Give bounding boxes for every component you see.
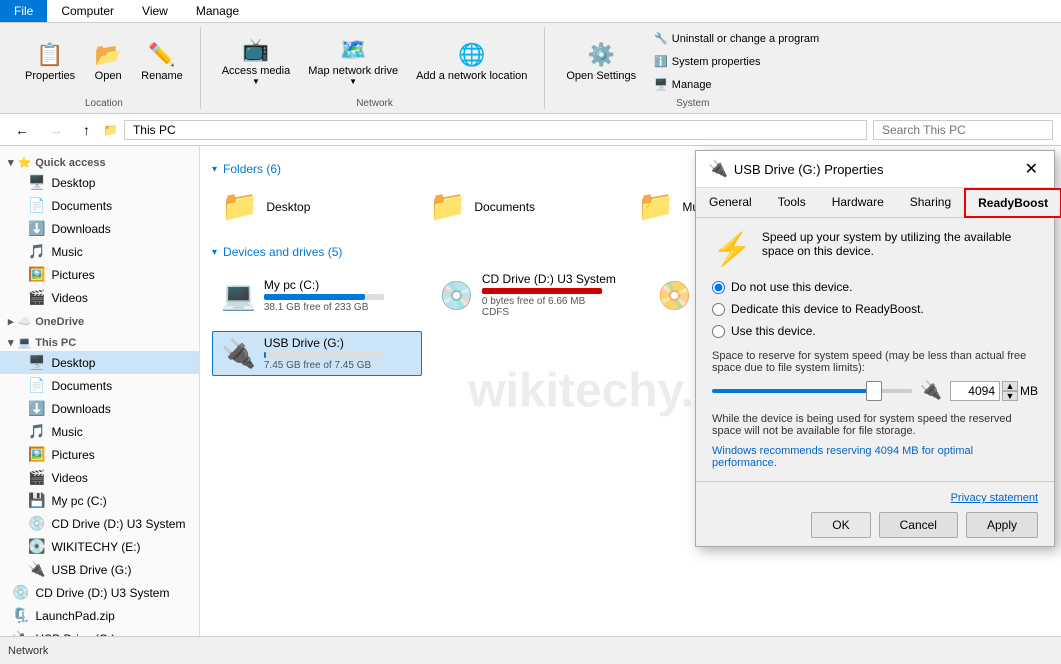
radio-use-this[interactable]: Use this device. <box>712 324 1038 338</box>
dialog-tab-sharing[interactable]: Sharing <box>897 188 964 218</box>
dialog-intro-text: Speed up your system by utilizing the av… <box>762 230 1038 258</box>
dialog-tab-readyboost[interactable]: ReadyBoost <box>964 188 1061 218</box>
status-text: Network <box>8 645 48 657</box>
spinner-down-button[interactable]: ▼ <box>1002 391 1018 401</box>
usb-properties-dialog: 🔌 USB Drive (G:) Properties ✕ General To… <box>695 150 1055 547</box>
dialog-title-text: USB Drive (G:) Properties <box>734 162 884 177</box>
dialog-body: ⚡ Speed up your system by utilizing the … <box>696 218 1054 481</box>
dialog-note: While the device is being used for syste… <box>712 413 1038 437</box>
radio-do-not-use-label: Do not use this device. <box>731 280 852 294</box>
spinner: 4094 ▲ ▼ MB <box>950 381 1038 401</box>
dialog-title-icon: 🔌 <box>708 159 728 179</box>
dialog-recommend: Windows recommends reserving 4094 MB for… <box>712 445 1038 469</box>
dialog-tab-tools[interactable]: Tools <box>765 188 819 218</box>
dialog-tab-bar: General Tools Hardware Sharing ReadyBoos… <box>696 188 1054 218</box>
dialog-intro-icon: ⚡ <box>712 230 752 268</box>
dialog-overlay: 🔌 USB Drive (G:) Properties ✕ General To… <box>0 0 1061 640</box>
spinner-unit: MB <box>1020 384 1038 398</box>
radio-use-this-label: Use this device. <box>731 324 816 338</box>
dialog-title-bar: 🔌 USB Drive (G:) Properties ✕ <box>696 151 1054 188</box>
apply-button[interactable]: Apply <box>966 512 1038 538</box>
radio-dedicate-input[interactable] <box>712 303 725 316</box>
radio-dedicate-label: Dedicate this device to ReadyBoost. <box>731 302 924 316</box>
privacy-link[interactable]: Privacy statement <box>951 492 1038 504</box>
dialog-footer: Privacy statement OK Cancel Apply <box>696 481 1054 546</box>
radio-do-not-use[interactable]: Do not use this device. <box>712 280 1038 294</box>
slider-usb-icon: 🔌 <box>920 380 942 401</box>
radio-do-not-use-input[interactable] <box>712 281 725 294</box>
radio-use-this-input[interactable] <box>712 325 725 338</box>
dialog-buttons: OK Cancel Apply <box>712 512 1038 538</box>
spinner-up-button[interactable]: ▲ <box>1002 381 1018 391</box>
dialog-close-button[interactable]: ✕ <box>1021 159 1042 179</box>
slider-thumb[interactable] <box>866 381 882 401</box>
slider-row: 🔌 4094 ▲ ▼ MB <box>712 380 1038 401</box>
status-bar: Network <box>0 636 1061 664</box>
dialog-title-content: 🔌 USB Drive (G:) Properties <box>708 159 883 179</box>
slider-track[interactable] <box>712 389 912 393</box>
spinner-input[interactable]: 4094 <box>950 381 1000 401</box>
space-label: Space to reserve for system speed (may b… <box>712 350 1038 374</box>
radio-dedicate[interactable]: Dedicate this device to ReadyBoost. <box>712 302 1038 316</box>
ok-button[interactable]: OK <box>811 512 870 538</box>
dialog-tab-general[interactable]: General <box>696 188 765 218</box>
dialog-tab-hardware[interactable]: Hardware <box>819 188 897 218</box>
privacy-link-container: Privacy statement <box>712 490 1038 504</box>
cancel-button[interactable]: Cancel <box>879 512 958 538</box>
radio-group: Do not use this device. Dedicate this de… <box>712 280 1038 338</box>
slider-fill <box>712 389 882 393</box>
spinner-buttons: ▲ ▼ <box>1002 381 1018 401</box>
dialog-intro: ⚡ Speed up your system by utilizing the … <box>712 230 1038 268</box>
